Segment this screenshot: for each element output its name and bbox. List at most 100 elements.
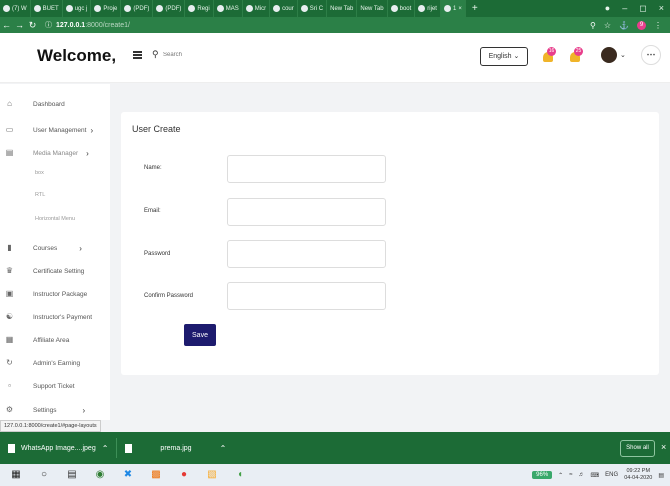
wifi-icon[interactable]: ≈ [569, 472, 572, 478]
browser-tab[interactable]: rijet [415, 0, 441, 17]
welcome-title: Welcome, [37, 46, 117, 65]
volume-icon[interactable]: ♬ [579, 472, 585, 478]
sidebar-item-settings[interactable]: ⚙ Settings › [0, 400, 110, 420]
app-icon[interactable]: ● [177, 469, 191, 481]
browser-tab[interactable]: New Tab [327, 0, 358, 17]
sidebar-subitem-box[interactable]: box [0, 163, 110, 183]
browser-tab[interactable]: boot [388, 0, 416, 17]
gear-icon: ⚙ [5, 405, 14, 414]
browser-tab[interactable]: Regi [185, 0, 214, 17]
chevron-right-icon: › [86, 148, 89, 158]
sidebar-item-dashboard[interactable]: ⌂ Dashboard [0, 94, 110, 114]
chevron-down-icon[interactable]: ⌄ [620, 51, 626, 59]
tab-favicon-icon [156, 5, 164, 12]
chevron-up-icon[interactable]: ⌃ [220, 444, 227, 453]
new-tab-button[interactable]: + [466, 3, 484, 14]
password-field[interactable] [227, 240, 386, 268]
search-icon[interactable]: ○ [37, 469, 51, 481]
browser-tab[interactable]: Sri C [298, 0, 328, 17]
save-button[interactable]: Save [184, 324, 216, 346]
browser-tab[interactable]: Micr [243, 0, 271, 17]
record-icon[interactable]: ● [605, 3, 610, 14]
chrome-icon[interactable]: ◉ [93, 469, 107, 481]
sidebar-item-user-management[interactable]: ▭ User Management › [0, 120, 110, 140]
browser-tab[interactable]: ugc j [63, 0, 92, 17]
notifications-icon[interactable]: ▤ [658, 472, 664, 479]
sidebar-item-courses[interactable]: ▮ Courses › [0, 238, 110, 258]
url-field[interactable]: ⓘ 127.0.0.1:8000/create1/ [45, 20, 130, 30]
user-avatar[interactable] [601, 47, 617, 63]
name-field[interactable] [227, 155, 386, 183]
browser-tab-active[interactable]: 1 × [440, 0, 466, 17]
browser-tab[interactable]: (7) W [0, 0, 31, 17]
sidebar-item-instructor-package[interactable]: ▣ Instructor Package [0, 284, 110, 304]
download-item[interactable]: prema.jpg ⌃ [117, 432, 234, 464]
email-field[interactable] [227, 198, 386, 226]
browser-tab[interactable]: cour [270, 0, 298, 17]
vscode-icon[interactable]: ✖ [121, 469, 135, 481]
sidebar-item-media-manager[interactable]: ▤ Media Manager › [0, 143, 110, 163]
keyboard-icon[interactable]: ⌨ [591, 472, 600, 479]
zoom-icon[interactable]: ⚲ [590, 21, 596, 30]
search-icon: ⚲ [152, 49, 159, 59]
ticket-icon: ▫ [8, 381, 11, 390]
search-input[interactable] [163, 50, 243, 60]
browser-menu-icon[interactable]: ⋮ [654, 21, 662, 30]
page-title: User Create [132, 124, 181, 134]
sidebar-subitem-rtl[interactable]: RTL [0, 185, 110, 205]
chevron-right-icon: › [79, 243, 82, 253]
download-item[interactable]: WhatsApp Image....jpeg ⌃ [0, 432, 116, 464]
sidebar-subitem-horizontal-menu[interactable]: Horizontal Menu [0, 209, 110, 229]
windows-start-icon[interactable]: ▦ [9, 469, 23, 481]
close-window-icon[interactable]: × [659, 3, 664, 14]
tray-chevron-up-icon[interactable]: ⌃ [558, 472, 563, 479]
maximize-icon[interactable]: ◻ [639, 3, 646, 14]
tab-favicon-icon [3, 5, 10, 12]
sublime-icon[interactable]: ▩ [149, 469, 163, 481]
forward-icon[interactable]: → [13, 20, 26, 30]
chevron-up-icon[interactable]: ⌃ [102, 444, 109, 453]
battery-indicator[interactable]: 96% [532, 471, 553, 479]
language-select[interactable]: English ⌄ [480, 47, 528, 66]
file-icon [8, 443, 15, 453]
tab-favicon-icon [273, 5, 281, 12]
more-options-button[interactable]: ⋯ [641, 45, 661, 65]
browser-tab-strip: (7) W BUET ugc j Proje (PDF) (PDF) Regi … [0, 0, 670, 17]
language-indicator[interactable]: ENG [605, 472, 618, 478]
task-view-icon[interactable]: ▤ [65, 469, 79, 481]
hamburger-menu-icon[interactable] [133, 51, 142, 59]
browser-tab[interactable]: New Tab [357, 0, 388, 17]
file-explorer-icon[interactable]: ▧ [205, 469, 219, 481]
media-icon[interactable]: ◖ [233, 469, 247, 481]
message-bell[interactable]: 25 [568, 47, 583, 63]
address-bar: ← → ↻ ⓘ 127.0.0.1:8000/create1/ ⚲ ☆ ⚓ 9 … [0, 17, 670, 33]
sidebar-item-admins-earning[interactable]: ↻ Admin's Earning [0, 353, 110, 373]
profile-avatar[interactable]: 9 [637, 20, 646, 30]
tab-favicon-icon [443, 5, 451, 12]
browser-tab[interactable]: (PDF) [153, 0, 186, 17]
password-label: Password [144, 251, 171, 257]
star-icon[interactable]: ☆ [604, 21, 611, 30]
show-all-button[interactable]: Show all [620, 440, 655, 457]
confirm-password-field[interactable] [227, 282, 386, 310]
tab-favicon-icon [300, 5, 308, 12]
reload-icon[interactable]: ↻ [26, 20, 39, 31]
tab-favicon-icon [216, 5, 224, 12]
sidebar-item-certificate-setting[interactable]: ♛ Certificate Setting [0, 261, 110, 281]
browser-tab[interactable]: Proje [91, 0, 122, 17]
sidebar-item-support-ticket[interactable]: ▫ Support Ticket [0, 376, 110, 396]
close-tab-icon[interactable]: × [458, 6, 462, 12]
minimize-icon[interactable]: – [622, 3, 627, 14]
browser-tab[interactable]: BUET [31, 0, 63, 17]
browser-tab[interactable]: MAS [214, 0, 243, 17]
clock[interactable]: 09:22 PM 04-04-2020 [624, 468, 652, 482]
extensions-icon[interactable]: ⚓ [619, 21, 629, 30]
sidebar-item-affiliate-area[interactable]: ▦ Affiliate Area [0, 330, 110, 350]
info-icon[interactable]: ⓘ [45, 20, 52, 30]
sidebar-item-instructors-payment[interactable]: ☯ Instructor's Payment [0, 307, 110, 327]
back-icon[interactable]: ← [0, 20, 13, 30]
close-icon[interactable]: × [661, 442, 666, 452]
browser-tab[interactable]: (PDF) [121, 0, 154, 17]
notification-bell[interactable]: 16 [541, 47, 556, 63]
chevron-down-icon: ⌄ [513, 53, 520, 60]
